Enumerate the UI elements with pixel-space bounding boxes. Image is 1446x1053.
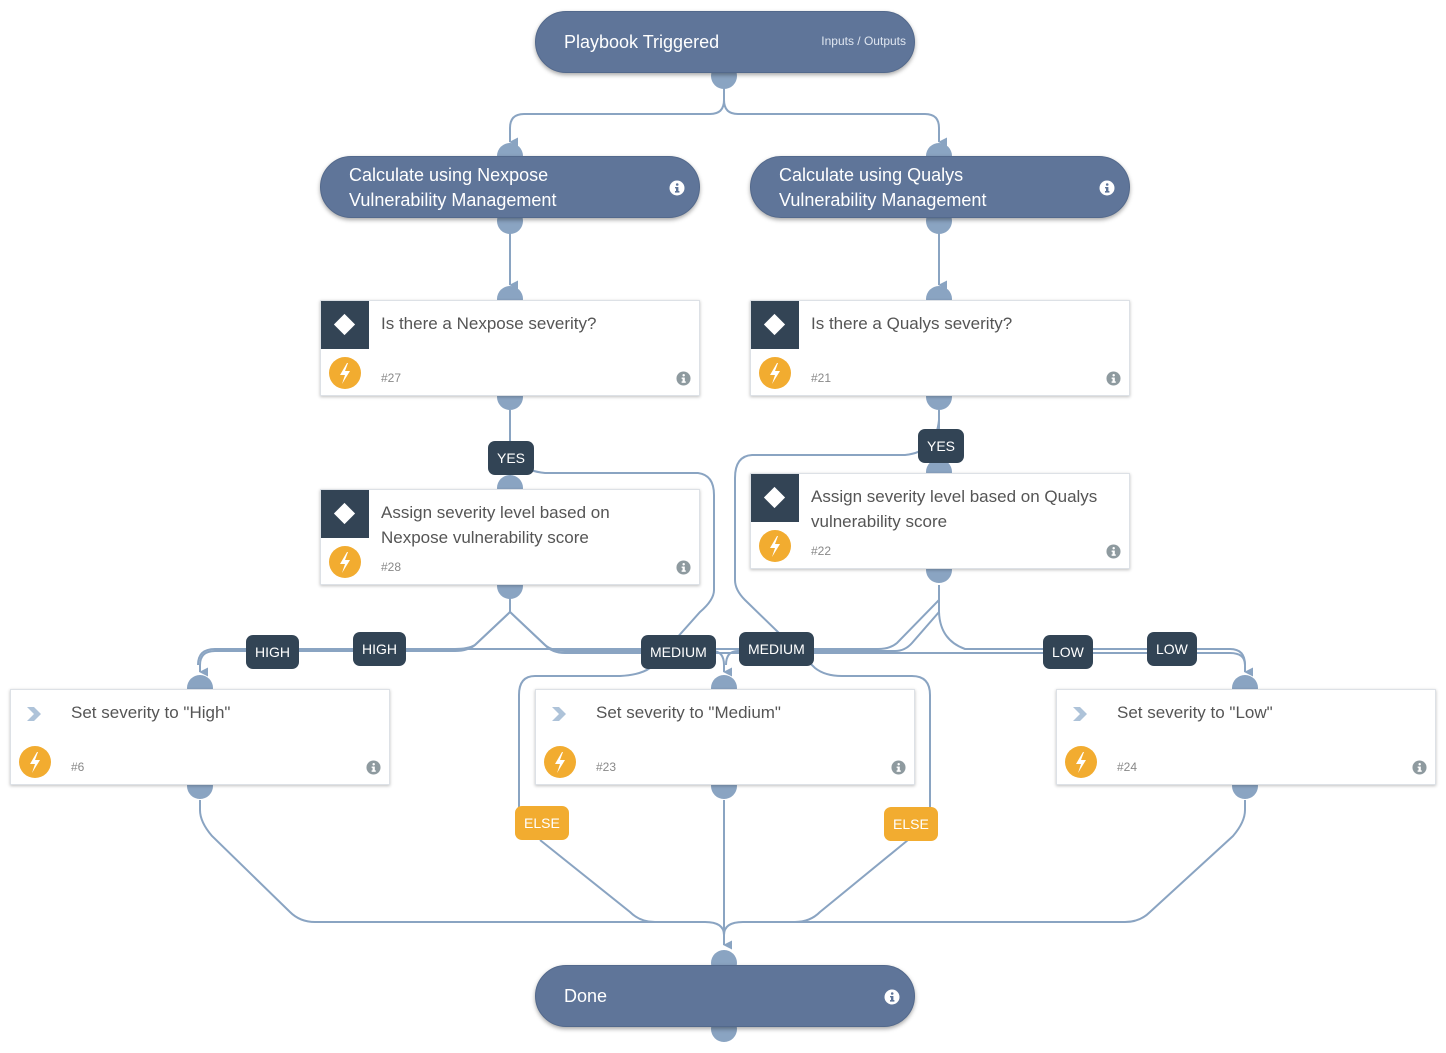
edge-label-low-qualys[interactable]: LOW: [1147, 632, 1197, 666]
edge-nexpose-low: [509, 598, 1254, 677]
task-nexpose-check[interactable]: Is there a Nexpose severity? #27: [320, 300, 700, 396]
edge-label-high-nexpose[interactable]: HIGH: [353, 632, 406, 666]
condition-icon: [751, 474, 799, 522]
task-set-low[interactable]: Set severity to "Low" #24: [1056, 689, 1436, 785]
info-icon[interactable]: [1106, 544, 1121, 564]
subplaybook-title-line1: Calculate using Qualys: [779, 165, 964, 185]
info-icon[interactable]: [884, 989, 900, 1010]
edge-label-low-nexpose[interactable]: LOW: [1043, 635, 1093, 669]
task-id: #6: [71, 760, 85, 774]
diamond-icon: [763, 486, 786, 509]
condition-icon: [751, 301, 799, 349]
edge-label-else-qualys[interactable]: ELSE: [884, 807, 938, 841]
bolt-icon: [544, 746, 576, 778]
inputs-outputs-link[interactable]: Inputs / Outputs: [821, 34, 906, 48]
task-id: #22: [811, 544, 832, 558]
edges-layer: [197, 88, 1254, 950]
bolt-icon: [759, 530, 791, 562]
condition-icon: [321, 490, 369, 538]
edge-start-nexpose: [509, 88, 725, 147]
diamond-icon: [763, 313, 786, 336]
task-title: Assign severity level based on Qualys vu…: [811, 487, 1098, 531]
edge-label-yes-qualys[interactable]: YES: [918, 429, 965, 463]
edge-high-done: [199, 800, 733, 950]
subplaybook-title-line1: Calculate using Nexpose: [349, 165, 549, 185]
task-set-medium[interactable]: Set severity to "Medium" #23: [535, 689, 915, 785]
task-title: Set severity to "Low": [1117, 703, 1273, 722]
task-nexpose-assign[interactable]: Assign severity level based on Nexpose v…: [320, 489, 700, 585]
edge-label-medium-nexpose[interactable]: MEDIUM: [739, 632, 814, 666]
task-id: #21: [811, 371, 832, 385]
diamond-icon: [333, 502, 356, 525]
info-icon[interactable]: [366, 760, 381, 780]
edge-start-qualys: [723, 88, 948, 147]
chevron-right-icon: [25, 706, 43, 727]
edge-label-high-qualys[interactable]: HIGH: [246, 635, 299, 669]
task-id: #24: [1117, 760, 1138, 774]
info-icon[interactable]: [676, 371, 691, 391]
task-id: #27: [381, 371, 402, 385]
condition-icon: [321, 301, 369, 349]
end-node[interactable]: Done: [535, 965, 915, 1027]
edge-label-else-nexpose[interactable]: ELSE: [515, 806, 569, 840]
info-icon[interactable]: [676, 560, 691, 580]
start-node[interactable]: Playbook Triggered Inputs / Outputs: [535, 11, 915, 73]
info-icon[interactable]: [891, 760, 906, 780]
info-icon[interactable]: [669, 180, 685, 201]
task-qualys-check[interactable]: Is there a Qualys severity? #21: [750, 300, 1130, 396]
edge-qualys-high: [215, 585, 940, 650]
task-title: Set severity to "High": [71, 703, 231, 722]
edge-else2-done: [743, 839, 909, 923]
chevron-right-icon: [550, 706, 568, 727]
chevron-right-icon: [1071, 706, 1089, 727]
task-title: Is there a Nexpose severity?: [381, 314, 597, 333]
bolt-icon: [329, 546, 361, 578]
subplaybook-qualys[interactable]: Calculate using Qualys Vulnerability Man…: [750, 156, 1130, 218]
task-qualys-assign[interactable]: Assign severity level based on Qualys vu…: [750, 473, 1130, 569]
task-id: #28: [381, 560, 402, 574]
subplaybook-nexpose[interactable]: Calculate using Nexpose Vulnerability Ma…: [320, 156, 700, 218]
task-id: #23: [596, 760, 617, 774]
bolt-icon: [1065, 746, 1097, 778]
task-title: Assign severity level based on Nexpose v…: [381, 503, 610, 547]
task-set-high[interactable]: Set severity to "High" #6: [10, 689, 390, 785]
end-title: Done: [564, 986, 608, 1006]
subplaybook-title-line2: Vulnerability Management: [349, 190, 557, 210]
bolt-icon: [759, 357, 791, 389]
edge-label-yes-nexpose[interactable]: YES: [488, 441, 535, 475]
info-icon[interactable]: [1412, 760, 1427, 780]
diamond-icon: [333, 313, 356, 336]
edge-label-medium-qualys[interactable]: MEDIUM: [641, 635, 716, 669]
bolt-icon: [329, 357, 361, 389]
start-title: Playbook Triggered: [564, 32, 720, 52]
info-icon[interactable]: [1099, 180, 1115, 201]
edge-else1-done: [539, 839, 705, 923]
subplaybook-title-line2: Vulnerability Management: [779, 190, 987, 210]
task-title: Is there a Qualys severity?: [811, 314, 1013, 333]
task-title: Set severity to "Medium": [596, 703, 781, 722]
bolt-icon: [19, 746, 51, 778]
info-icon[interactable]: [1106, 371, 1121, 391]
edge-low-done: [723, 800, 1246, 936]
